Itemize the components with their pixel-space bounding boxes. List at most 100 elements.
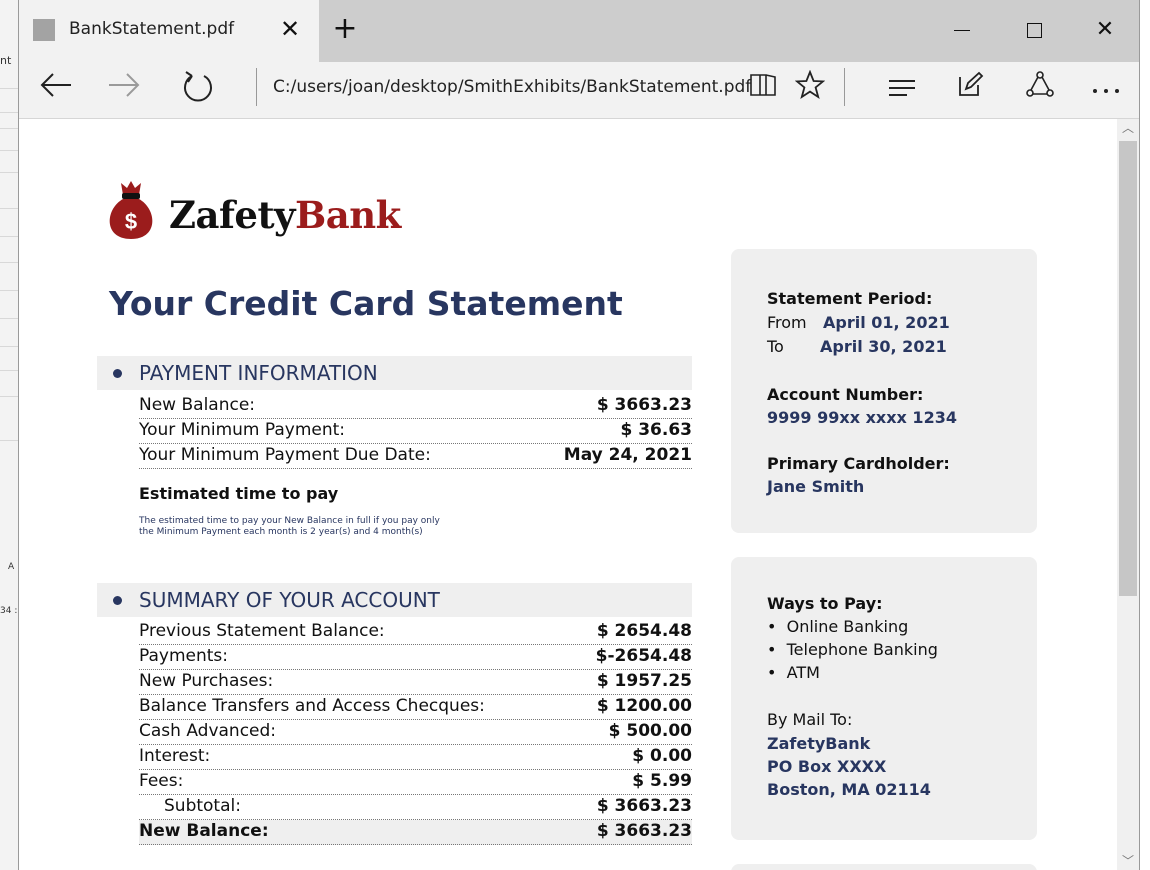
new-balance-row: New Balance: $ 3663.23 <box>139 820 692 845</box>
tab-strip: BankStatement.pdf ✕ + ✕ <box>19 0 1139 62</box>
summary-row: Balance Transfers and Access Checques: $ … <box>139 695 692 720</box>
favorite-button[interactable] <box>789 69 831 110</box>
row-value: $ 1957.25 <box>596 671 692 691</box>
row-value: May 24, 2021 <box>563 445 692 465</box>
maximize-button[interactable] <box>1004 12 1064 48</box>
summary-row: Cash Advanced: $ 500.00 <box>139 720 692 745</box>
bank-name-part1: Zafety <box>169 193 296 237</box>
period-heading: Statement Period: <box>767 289 933 308</box>
dollar-symbol: $ <box>125 209 137 234</box>
refresh-button[interactable] <box>177 70 219 110</box>
close-tab-icon[interactable]: ✕ <box>275 14 305 44</box>
row-value: $ 3663.23 <box>596 395 692 415</box>
row-value: $ 3663.23 <box>596 821 692 841</box>
vertical-scrollbar[interactable]: ︿ ﹀ <box>1117 119 1139 870</box>
pen-note-icon <box>959 71 984 96</box>
row-value: $ 3663.23 <box>596 796 692 816</box>
bank-logo: $ ZafetyBank <box>101 179 401 245</box>
account-number: 9999 99xx xxxx 1234 <box>767 408 957 427</box>
row-label: New Purchases: <box>139 671 274 691</box>
bullet-icon <box>113 596 122 605</box>
share-button[interactable] <box>1019 70 1061 110</box>
maximize-icon <box>1026 22 1042 38</box>
background-text: A <box>8 562 15 572</box>
row-label: Cash Advanced: <box>139 721 277 741</box>
background-text: 34 : <box>0 606 18 616</box>
row-label: Interest: <box>139 746 211 766</box>
summary-row: Interest: $ 0.00 <box>139 745 692 770</box>
scroll-up-icon[interactable]: ︿ <box>1117 119 1139 137</box>
row-label: New Balance: <box>139 395 256 415</box>
next-panel <box>731 864 1037 870</box>
account-number-heading: Account Number: <box>767 385 924 404</box>
pay-method-label: Telephone Banking <box>786 640 938 659</box>
estimated-time-heading: Estimated time to pay <box>139 484 339 503</box>
refresh-icon <box>184 71 212 102</box>
bank-name-part2: Bank <box>295 193 401 237</box>
bullet-icon <box>113 369 122 378</box>
cardholder-name: Jane Smith <box>767 477 865 496</box>
row-label: Your Minimum Payment: <box>139 420 346 440</box>
bank-name: ZafetyBank <box>169 193 401 237</box>
forward-arrow-icon <box>109 73 140 97</box>
row-label: Previous Statement Balance: <box>139 621 385 641</box>
minimize-button[interactable] <box>932 12 992 48</box>
row-label: Payments: <box>139 646 229 666</box>
share-icon <box>1026 71 1054 97</box>
subtotal-row: Subtotal: $ 3663.23 <box>139 795 692 820</box>
ways-to-pay-panel: Ways to Pay: • Online Banking • Telephon… <box>731 557 1037 840</box>
row-value: $ 0.00 <box>632 746 692 766</box>
summary-row: New Purchases: $ 1957.25 <box>139 670 692 695</box>
period-from-date: April 01, 2021 <box>823 313 950 332</box>
row-label: Fees: <box>139 771 184 791</box>
browser-window: BankStatement.pdf ✕ + ✕ C:/users/joan/de… <box>18 0 1140 870</box>
navigation-bar: C:/users/joan/desktop/SmithExhibits/Bank… <box>19 62 1139 119</box>
section-heading: SUMMARY OF YOUR ACCOUNT <box>139 588 440 612</box>
row-label: New Balance: <box>139 821 269 841</box>
forward-button[interactable] <box>103 70 145 110</box>
new-tab-button[interactable]: + <box>325 12 365 48</box>
close-window-button[interactable]: ✕ <box>1075 12 1135 48</box>
web-note-button[interactable] <box>949 70 991 110</box>
payment-row: Your Minimum Payment: $ 36.63 <box>139 419 692 444</box>
minimize-icon <box>954 29 970 31</box>
pay-method-item: • Telephone Banking <box>767 640 938 659</box>
star-icon <box>794 69 826 100</box>
scroll-thumb[interactable] <box>1119 141 1137 596</box>
period-to-label: To <box>767 337 784 356</box>
mail-line: Boston, MA 02114 <box>767 780 931 799</box>
more-button[interactable] <box>1085 70 1127 110</box>
background-window: nt A 34 : <box>0 0 19 870</box>
section-heading: PAYMENT INFORMATION <box>139 361 378 385</box>
reading-view-button[interactable] <box>742 70 784 110</box>
pay-method-label: Online Banking <box>786 617 909 636</box>
payment-row: New Balance: $ 3663.23 <box>139 394 692 419</box>
estimate-line: The estimated time to pay your New Balan… <box>139 516 440 526</box>
statement-title: Your Credit Card Statement <box>109 284 623 323</box>
pdf-viewport[interactable]: $ ZafetyBank Your Credit Card Statement … <box>19 119 1117 870</box>
row-value: $ 5.99 <box>632 771 692 791</box>
money-bag-icon: $ <box>109 181 153 239</box>
address-bar[interactable]: C:/users/joan/desktop/SmithExhibits/Bank… <box>273 77 751 97</box>
summary-header: SUMMARY OF YOUR ACCOUNT <box>97 583 692 617</box>
mail-heading: By Mail To: <box>767 710 853 729</box>
pay-method-item: • ATM <box>767 663 820 682</box>
period-to-date: April 30, 2021 <box>820 337 947 356</box>
row-value: $ 1200.00 <box>596 696 692 716</box>
back-button[interactable] <box>35 70 77 110</box>
tab-bankstatement[interactable]: BankStatement.pdf ✕ <box>19 0 319 62</box>
pay-method-label: ATM <box>786 663 820 682</box>
scroll-down-icon[interactable]: ﹀ <box>1117 852 1139 870</box>
row-value: $ 500.00 <box>608 721 692 741</box>
divider <box>844 68 845 106</box>
tab-title: BankStatement.pdf <box>69 19 235 39</box>
row-label: Your Minimum Payment Due Date: <box>139 445 431 465</box>
mail-line: PO Box XXXX <box>767 757 887 776</box>
hub-button[interactable] <box>881 70 923 110</box>
payment-info-header: PAYMENT INFORMATION <box>97 356 692 390</box>
more-dots-icon <box>1093 89 1119 93</box>
estimate-line: the Minimum Payment each month is 2 year… <box>139 527 423 537</box>
summary-row: Previous Statement Balance: $ 2654.48 <box>139 620 692 645</box>
ways-to-pay-heading: Ways to Pay: <box>767 594 883 613</box>
row-label: Subtotal: <box>164 796 241 816</box>
